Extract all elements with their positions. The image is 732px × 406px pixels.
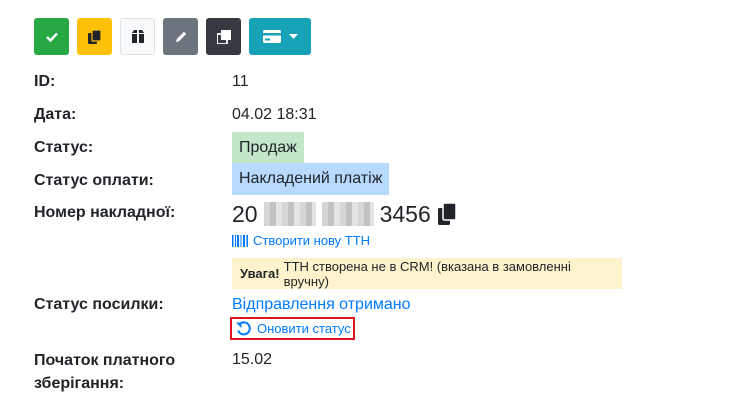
clone-icon (216, 29, 231, 44)
date-value: 04.02 18:31 (232, 106, 317, 123)
storage-start-label: Початок платного зберігання: (34, 352, 176, 392)
payment-status-badge: Накладений платіж (232, 163, 390, 195)
duplicate-button[interactable] (206, 18, 241, 55)
warning-text: ТТН створена не в CRM! (вказана в замовл… (283, 258, 571, 289)
parcel-status-label: Статус посилки: (34, 296, 164, 313)
refresh-icon (236, 321, 251, 336)
payment-dropdown-button[interactable] (249, 18, 311, 55)
copy-button[interactable] (77, 18, 112, 55)
credit-card-icon (262, 30, 281, 43)
caret-down-icon (288, 33, 298, 39)
box-button[interactable] (120, 18, 155, 55)
waybill-label: Номер накладної: (34, 204, 176, 221)
confirm-button[interactable] (34, 18, 69, 55)
edit-button[interactable] (163, 18, 198, 55)
redacted-digits (321, 202, 374, 226)
check-icon (45, 32, 58, 42)
warning-alert: Увага! ТТН створена не в CRM! (вказана в… (232, 258, 622, 289)
payment-status-label: Статус оплати: (34, 172, 154, 189)
date-label: Дата: (34, 106, 77, 123)
pencil-icon (175, 31, 186, 42)
status-badge: Продаж (232, 132, 304, 164)
copy-icon (88, 29, 101, 44)
refresh-status-label: Оновити статус (257, 321, 351, 336)
waybill-prefix: 20 (232, 201, 258, 227)
storage-start-value: 15.02 (232, 351, 273, 368)
redacted-digits (263, 202, 316, 226)
id-value: 11 (232, 73, 249, 90)
parcel-status-link[interactable]: Відправлення отримано (232, 294, 411, 316)
warning-bold: Увага! (240, 266, 280, 281)
refresh-status-button[interactable]: Оновити статус (230, 317, 355, 340)
id-label: ID: (34, 73, 56, 90)
create-ttn-link[interactable]: Створити нову ТТН (232, 233, 370, 248)
action-toolbar (34, 18, 311, 55)
waybill-suffix: 3456 (379, 201, 431, 227)
barcode-icon (232, 234, 248, 247)
copy-icon[interactable] (437, 203, 456, 225)
box-icon (131, 30, 144, 43)
waybill-number: 20 3456 (232, 199, 456, 229)
create-ttn-label: Створити нову ТТН (253, 233, 371, 248)
status-label: Статус: (34, 139, 94, 156)
